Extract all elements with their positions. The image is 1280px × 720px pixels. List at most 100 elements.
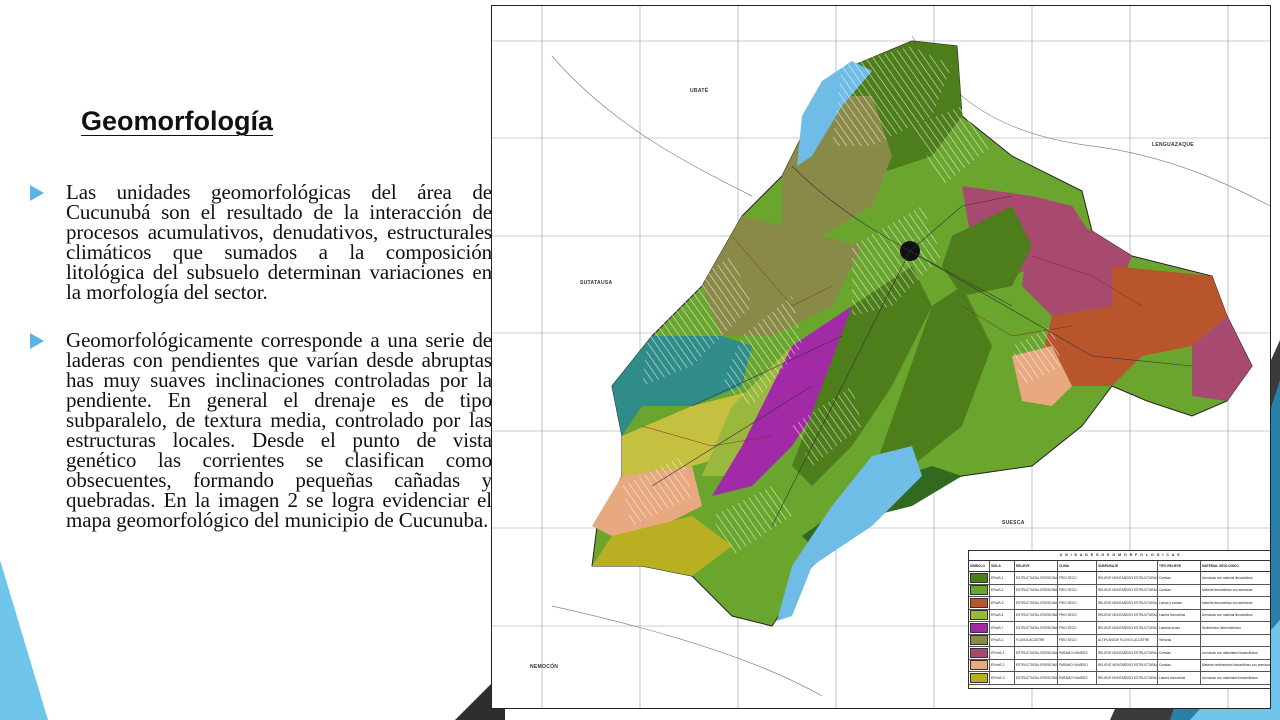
legend-cell-clima: FRIO SECO xyxy=(1058,622,1097,634)
legend-cell-clima: FRIO SECO xyxy=(1058,597,1097,609)
map-legend: U N I D A D E S G E O M O R F O L O G I … xyxy=(968,550,1271,689)
left-corner-decoration xyxy=(0,560,48,720)
legend-row: EFsdS-7 ESTRUCTURAL EROSIONAL FRIO SECO REL… xyxy=(969,622,1270,635)
legend-cell-material: Areniscas con material limoarcilloso xyxy=(1202,613,1253,618)
legend-swatch-cell xyxy=(969,572,990,584)
legend-row: EFsdS-4 ESTRUCTURAL EROSIONAL FRIO SECO REL… xyxy=(969,609,1270,622)
legend-cell-clima: FRIO SECO xyxy=(1058,634,1097,646)
legend-swatch-cell xyxy=(969,672,990,684)
label-lenguazaque: LENGUAZAQUE xyxy=(1152,142,1194,148)
legend-cell-tipo: Cuestas xyxy=(1158,647,1201,659)
legend-cell-material: Areniscas con materiales limoarcillosos xyxy=(1202,650,1258,655)
legend-swatch xyxy=(970,610,988,621)
legend-swatch xyxy=(970,635,988,646)
legend-cell-sigla: EFsdS-1 xyxy=(990,572,1015,584)
legend-cell-material: Areniscas con materiales limoarcillosos xyxy=(1202,675,1258,680)
legend-cell-material: Material limoarcilloso con areniscas xyxy=(1202,600,1253,605)
legend-title: U N I D A D E S G E O M O R F O L O G I … xyxy=(969,551,1270,561)
legend-swatch-cell xyxy=(969,634,990,646)
legend-swatch-cell xyxy=(969,609,990,621)
bullet-item: Las unidades geomorfológicas del área de… xyxy=(30,180,492,304)
legend-row: EFsdS-3 ESTRUCTURAL EROSIONAL FRIO SECO REL… xyxy=(969,597,1270,610)
legend-cell-paisaje: RELIEVE MONTAÑOSO ESTRUCTURAL EROSIONAL xyxy=(1097,659,1158,671)
legend-cell-relieve: FLUVIOLACUSTRE xyxy=(1015,634,1058,646)
legend-cell-sigla: EFmhS-1 xyxy=(990,647,1015,659)
legend-cell-sigla: EFsdS-3 xyxy=(990,597,1015,609)
legend-swatch xyxy=(970,597,988,608)
legend-rows: EFsdS-1 ESTRUCTURAL EROSIONAL FRIO SECO REL… xyxy=(969,572,1271,685)
legend-swatch xyxy=(970,622,988,633)
legend-cell-material: Material sedimentario limoarcilloso con … xyxy=(1202,663,1271,668)
legend-cell-tipo: Ladera homoclinal xyxy=(1158,672,1201,684)
legend-swatch-cell xyxy=(969,597,990,609)
legend-cell-relieve: ESTRUCTURAL EROSIONAL xyxy=(1015,597,1058,609)
legend-swatch-cell xyxy=(969,622,990,634)
legend-cell-clima: PARAMO HUMEDO xyxy=(1058,659,1097,671)
legend-cell-material: Sedimentos heterometricos xyxy=(1202,625,1241,630)
bullet-list: Las unidades geomorfológicas del área de… xyxy=(30,182,492,558)
slide-title: Geomorfología xyxy=(81,106,274,137)
legend-header-cell: TIPO RELIEVE xyxy=(1158,561,1201,571)
legend-header-cell: CLIMA xyxy=(1058,561,1097,571)
legend-cell-relieve: ESTRUCTURAL EROSIONAL xyxy=(1015,659,1058,671)
legend-cell-tipo: Cuestas xyxy=(1158,584,1201,596)
legend-cell-sigla: EFmhS-3 xyxy=(990,672,1015,684)
legend-swatch-cell xyxy=(969,584,990,596)
legend-cell-clima: PARAMO HUMEDO xyxy=(1058,672,1097,684)
legend-cell-paisaje: RELIEVE MONTAÑOSO ESTRUCTURAL EROSIONAL xyxy=(1097,622,1158,634)
legend-header-cell: MATERIAL GEOLOGICO xyxy=(1202,564,1239,568)
bullet-arrow-icon xyxy=(30,185,44,201)
legend-swatch-cell xyxy=(969,659,990,671)
legend-swatch xyxy=(970,660,988,671)
legend-cell-relieve: ESTRUCTURAL EROSIONAL xyxy=(1015,647,1058,659)
legend-cell-sigla: EFmhS-2 xyxy=(990,659,1015,671)
legend-cell-relieve: ESTRUCTURAL EROSIONAL xyxy=(1015,609,1058,621)
legend-header-cell: SIGLA xyxy=(990,561,1015,571)
legend-cell-relieve: ESTRUCTURAL EROSIONAL xyxy=(1015,622,1058,634)
label-ubate: UBATÉ xyxy=(690,88,709,94)
legend-header-cell: SUBPAISAJE xyxy=(1097,561,1158,571)
legend-row: EFsdS-2 ESTRUCTURAL EROSIONAL FRIO SECO REL… xyxy=(969,584,1270,597)
legend-cell-clima: FRIO SECO xyxy=(1058,572,1097,584)
legend-cell-tipo: Ladera homoclinal xyxy=(1158,609,1201,621)
legend-cell-material xyxy=(1201,635,1270,647)
bullet-text: Geomorfológicamente corresponde a una se… xyxy=(66,328,492,532)
label-sutatausa: SUTATAUSA xyxy=(580,280,613,286)
legend-cell-tipo: Terrazas xyxy=(1158,634,1201,646)
legend-swatch-cell xyxy=(969,647,990,659)
legend-swatch xyxy=(970,647,988,658)
legend-row: EFsdS-1 FLUVIOLACUSTRE FRIO SECO ALTIPLANIC… xyxy=(969,634,1270,647)
legend-cell-paisaje: RELIEVE MONTAÑOSO ESTRUCTURAL EROSIONAL xyxy=(1097,584,1158,596)
legend-row: EFmhS-1 ESTRUCTURAL EROSIONAL PARAMO HUMED… xyxy=(969,647,1270,660)
legend-cell-paisaje: RELIEVE MONTAÑOSO ESTRUCTURAL EROSIONAL xyxy=(1097,572,1158,584)
legend-swatch xyxy=(970,585,988,596)
legend-swatch xyxy=(970,672,988,683)
legend-cell-sigla: EFsdS-7 xyxy=(990,622,1015,634)
legend-cell-relieve: ESTRUCTURAL EROSIONAL xyxy=(1015,584,1058,596)
legend-header-cell: RELIEVE xyxy=(1015,561,1058,571)
legend-cell-material: Material limoarcilloso con areniscas xyxy=(1202,588,1253,593)
legend-cell-tipo: Cuestas xyxy=(1158,659,1201,671)
legend-cell-sigla: EFsdS-1 xyxy=(990,634,1015,646)
legend-cell-tipo: Laderas ácuas xyxy=(1158,622,1201,634)
legend-row: EFmhS-3 ESTRUCTURAL EROSIONAL PARAMO HUMED… xyxy=(969,672,1270,685)
bullet-arrow-icon xyxy=(30,333,44,349)
legend-cell-clima: FRIO SECO xyxy=(1058,609,1097,621)
legend-cell-tipo: Lomas y colinas xyxy=(1158,597,1201,609)
bullet-text: Las unidades geomorfológicas del área de… xyxy=(66,180,492,304)
legend-row: EFsdS-1 ESTRUCTURAL EROSIONAL FRIO SECO REL… xyxy=(969,572,1270,585)
legend-cell-clima: PARAMO HUMEDO xyxy=(1058,647,1097,659)
legend-cell-relieve: ESTRUCTURAL EROSIONAL xyxy=(1015,672,1058,684)
legend-cell-paisaje: RELIEVE MONTAÑOSO ESTRUCTURAL EROSIONAL xyxy=(1097,647,1158,659)
legend-header-cell: SIMBOLO xyxy=(969,561,990,571)
legend-cell-sigla: EFsdS-4 xyxy=(990,609,1015,621)
legend-cell-paisaje: ALTIPLANICIE FLUVIO LACUSTRE xyxy=(1097,634,1158,646)
legend-cell-material: Areniscas con material limoarcilloso xyxy=(1202,575,1253,580)
legend-cell-relieve: ESTRUCTURAL EROSIONAL xyxy=(1015,572,1058,584)
legend-cell-paisaje: RELIEVE MONTAÑOSO ESTRUCTURAL EROSIONAL xyxy=(1097,597,1158,609)
bullet-item: Geomorfológicamente corresponde a una se… xyxy=(30,328,492,532)
legend-swatch xyxy=(970,572,988,583)
legend-cell-paisaje: RELIEVE MONTAÑOSO ESTRUCTURAL EROSIONAL xyxy=(1097,672,1158,684)
legend-row: EFmhS-2 ESTRUCTURAL EROSIONAL PARAMO HUMED… xyxy=(969,659,1271,672)
legend-cell-sigla: EFsdS-2 xyxy=(990,584,1015,596)
